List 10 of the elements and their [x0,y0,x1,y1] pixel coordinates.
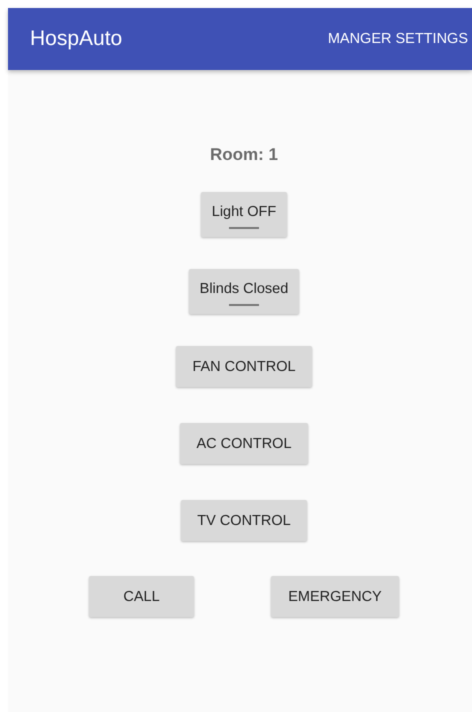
toggle-button[interactable]: Light OFF [200,192,288,237]
room-label: Room: 1 [210,145,278,165]
control-button[interactable]: FAN CONTROL [176,346,312,387]
app-title: HospAuto [30,27,122,51]
emergency-button[interactable]: EMERGENCY [271,576,399,617]
control-button[interactable]: AC CONTROL [180,423,308,464]
call-button[interactable]: CALL [89,576,194,617]
settings-button[interactable]: MANGER SETTINGS [328,31,472,47]
toggle-button[interactable]: Blinds Closed [188,269,300,314]
control-button[interactable]: TV CONTROL [181,500,307,541]
